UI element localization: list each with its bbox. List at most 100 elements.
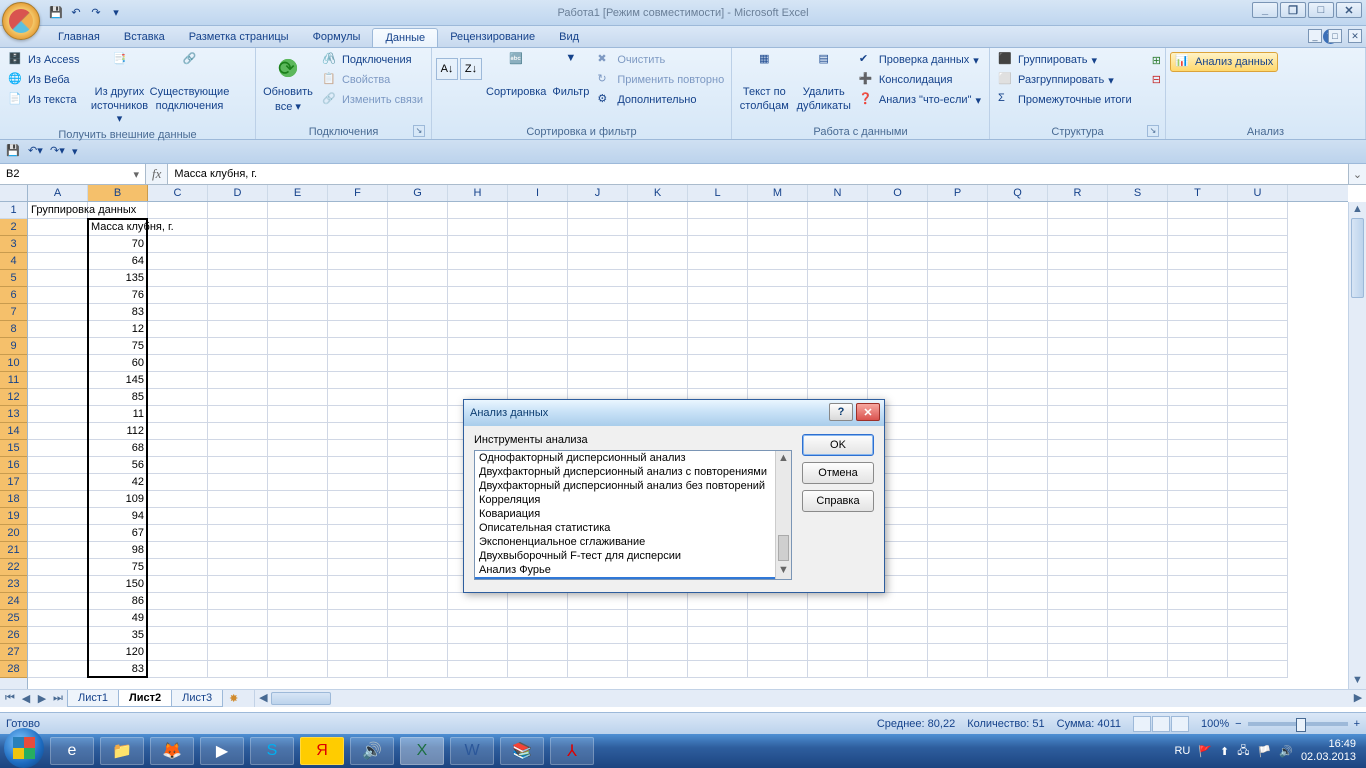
cell-E8[interactable] (268, 321, 328, 338)
row-header-6[interactable]: 6 (0, 287, 27, 304)
column-header-B[interactable]: B (88, 185, 148, 201)
cell-L25[interactable] (688, 610, 748, 627)
cell-M27[interactable] (748, 644, 808, 661)
dropdown-icon[interactable]: ▾ (133, 168, 139, 181)
cell-T16[interactable] (1168, 457, 1228, 474)
cell-H3[interactable] (448, 236, 508, 253)
cell-A6[interactable] (28, 287, 88, 304)
cell-P6[interactable] (928, 287, 988, 304)
cell-I25[interactable] (508, 610, 568, 627)
cell-J5[interactable] (568, 270, 628, 287)
cell-I4[interactable] (508, 253, 568, 270)
scroll-thumb[interactable] (778, 535, 789, 561)
cell-Q16[interactable] (988, 457, 1048, 474)
cell-G5[interactable] (388, 270, 448, 287)
row-header-20[interactable]: 20 (0, 525, 27, 542)
analysis-tool-item[interactable]: Гистограмма (475, 577, 791, 580)
analysis-tool-item[interactable]: Экспоненциальное сглаживание (475, 535, 791, 549)
cell-E22[interactable] (268, 559, 328, 576)
cell-D27[interactable] (208, 644, 268, 661)
cell-G16[interactable] (388, 457, 448, 474)
cell-I1[interactable] (508, 202, 568, 219)
cell-O8[interactable] (868, 321, 928, 338)
cell-Q10[interactable] (988, 355, 1048, 372)
cell-A18[interactable] (28, 491, 88, 508)
cell-R3[interactable] (1048, 236, 1108, 253)
cell-N7[interactable] (808, 304, 868, 321)
cell-T8[interactable] (1168, 321, 1228, 338)
cell-B20[interactable]: 67 (88, 525, 148, 542)
cell-D22[interactable] (208, 559, 268, 576)
cell-S14[interactable] (1108, 423, 1168, 440)
row-header-22[interactable]: 22 (0, 559, 27, 576)
cell-Q5[interactable] (988, 270, 1048, 287)
cell-B19[interactable]: 94 (88, 508, 148, 525)
cell-E15[interactable] (268, 440, 328, 457)
taskbar-ie-icon[interactable]: e (50, 737, 94, 765)
close-button[interactable]: ✕ (1336, 2, 1362, 18)
cell-P10[interactable] (928, 355, 988, 372)
cell-F25[interactable] (328, 610, 388, 627)
cell-F6[interactable] (328, 287, 388, 304)
cell-B14[interactable]: 112 (88, 423, 148, 440)
cell-C28[interactable] (148, 661, 208, 678)
cell-P13[interactable] (928, 406, 988, 423)
cell-M6[interactable] (748, 287, 808, 304)
cell-B10[interactable]: 60 (88, 355, 148, 372)
cell-D23[interactable] (208, 576, 268, 593)
cell-F20[interactable] (328, 525, 388, 542)
group-button[interactable]: ⬛Группировать ▾ (994, 50, 1150, 70)
column-header-T[interactable]: T (1168, 185, 1228, 201)
analysis-tool-item[interactable]: Двухвыборочный F-тест для дисперсии (475, 549, 791, 563)
ungroup-button[interactable]: ⬜Разгруппировать ▾ (994, 70, 1150, 90)
cell-G6[interactable] (388, 287, 448, 304)
cell-Q8[interactable] (988, 321, 1048, 338)
cell-L27[interactable] (688, 644, 748, 661)
cell-I5[interactable] (508, 270, 568, 287)
select-all-corner[interactable] (0, 185, 28, 202)
cell-G10[interactable] (388, 355, 448, 372)
cell-U15[interactable] (1228, 440, 1288, 457)
analysis-tool-item[interactable]: Корреляция (475, 493, 791, 507)
cell-E2[interactable] (268, 219, 328, 236)
cell-R23[interactable] (1048, 576, 1108, 593)
cell-C11[interactable] (148, 372, 208, 389)
cell-E27[interactable] (268, 644, 328, 661)
dialog-close-button[interactable]: ✕ (856, 403, 880, 421)
cell-Q24[interactable] (988, 593, 1048, 610)
cell-P21[interactable] (928, 542, 988, 559)
column-header-L[interactable]: L (688, 185, 748, 201)
cell-D11[interactable] (208, 372, 268, 389)
scroll-down-icon[interactable]: ▼ (1349, 673, 1366, 689)
cell-H4[interactable] (448, 253, 508, 270)
column-header-Q[interactable]: Q (988, 185, 1048, 201)
cell-G12[interactable] (388, 389, 448, 406)
cell-S24[interactable] (1108, 593, 1168, 610)
column-header-C[interactable]: C (148, 185, 208, 201)
cell-L7[interactable] (688, 304, 748, 321)
column-header-K[interactable]: K (628, 185, 688, 201)
cell-R14[interactable] (1048, 423, 1108, 440)
cell-T2[interactable] (1168, 219, 1228, 236)
expand-formula-bar-icon[interactable]: ⌄ (1348, 164, 1366, 184)
cell-J26[interactable] (568, 627, 628, 644)
cell-L2[interactable] (688, 219, 748, 236)
cell-J6[interactable] (568, 287, 628, 304)
cell-A3[interactable] (28, 236, 88, 253)
cell-O2[interactable] (868, 219, 928, 236)
cell-R26[interactable] (1048, 627, 1108, 644)
advanced-button[interactable]: ⚙Дополнительно (593, 90, 728, 110)
cell-D3[interactable] (208, 236, 268, 253)
cell-T14[interactable] (1168, 423, 1228, 440)
cell-P23[interactable] (928, 576, 988, 593)
cell-Q27[interactable] (988, 644, 1048, 661)
cell-H7[interactable] (448, 304, 508, 321)
cell-L8[interactable] (688, 321, 748, 338)
dialog-launcher[interactable]: ↘ (413, 125, 425, 137)
cell-A4[interactable] (28, 253, 88, 270)
cell-U27[interactable] (1228, 644, 1288, 661)
cell-H27[interactable] (448, 644, 508, 661)
cell-F8[interactable] (328, 321, 388, 338)
cell-G2[interactable] (388, 219, 448, 236)
cell-M1[interactable] (748, 202, 808, 219)
